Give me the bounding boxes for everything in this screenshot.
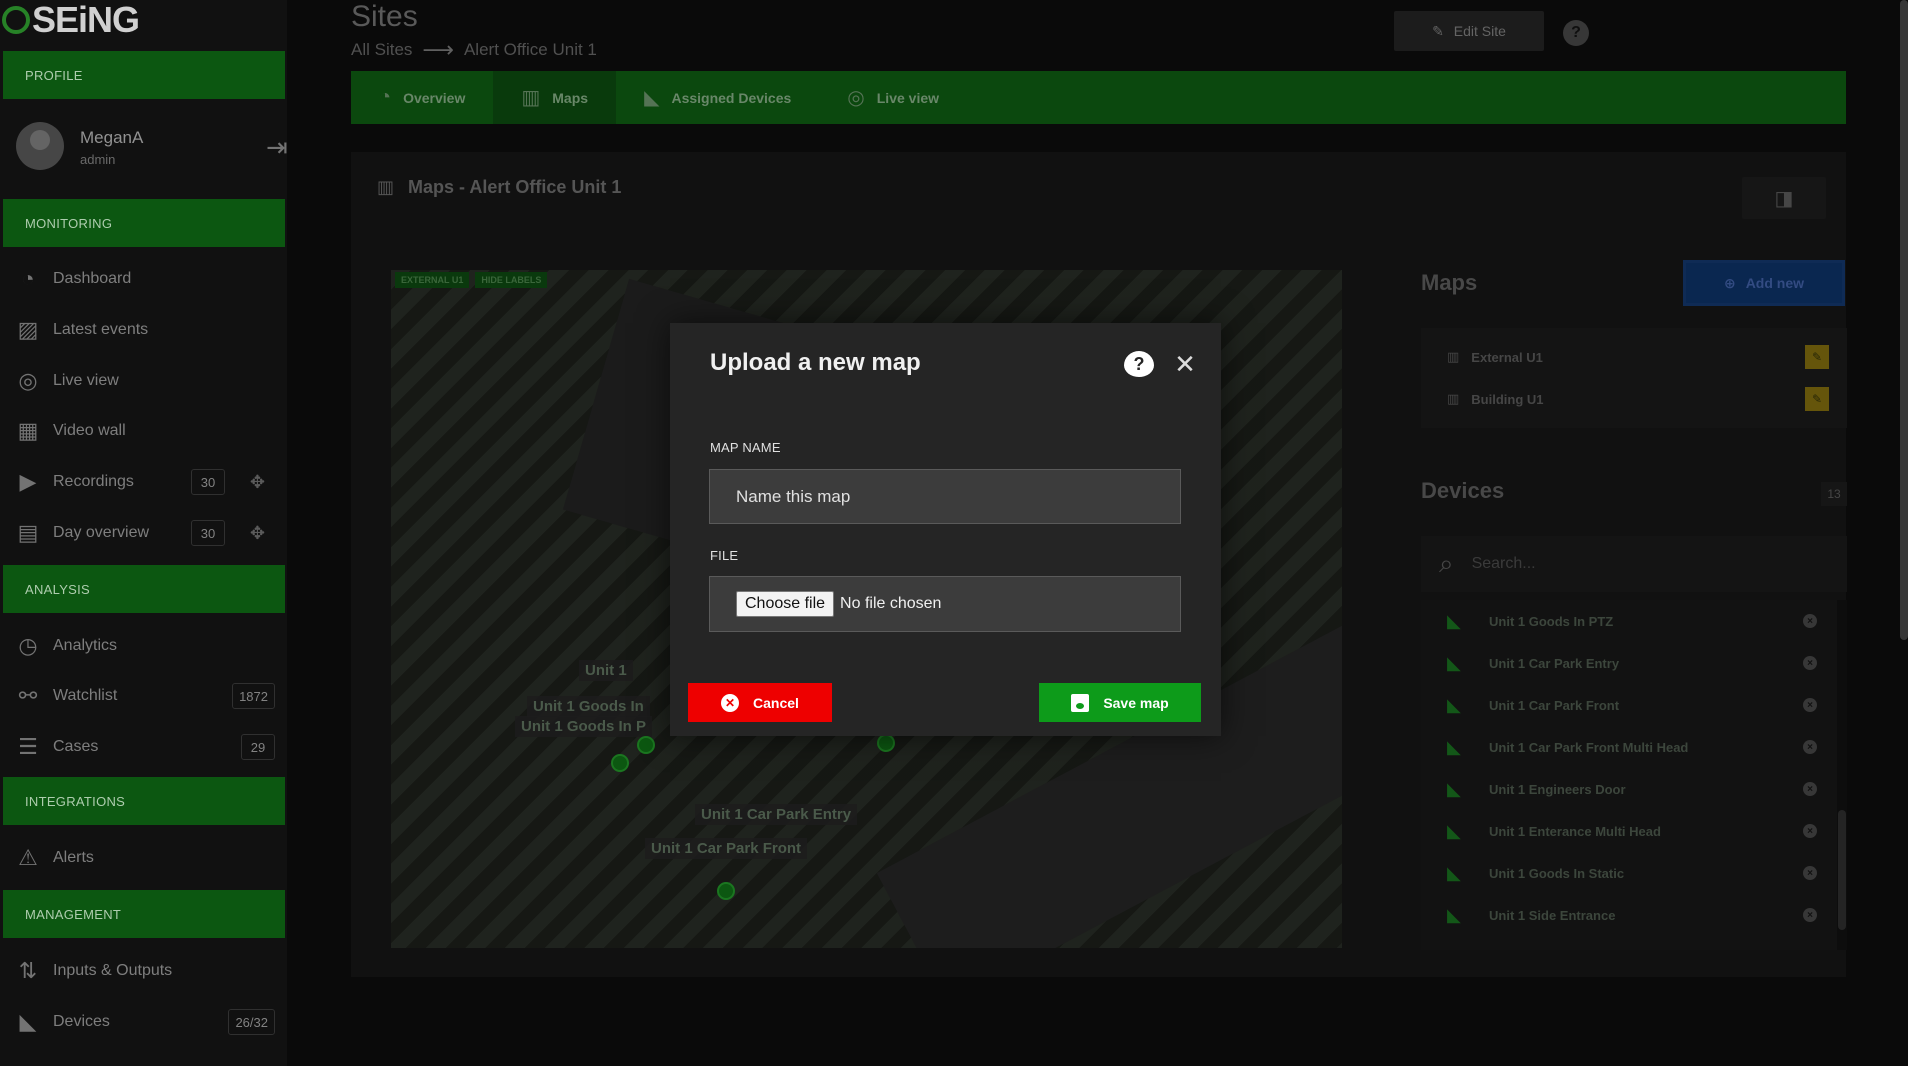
help-bubble-icon[interactable]: ? <box>1124 351 1154 377</box>
save-label: Save map <box>1103 694 1169 711</box>
save-map-button[interactable]: Save map <box>1039 683 1201 722</box>
close-icon[interactable]: ✕ <box>1172 349 1198 379</box>
cancel-circle-icon: ✕ <box>721 693 740 712</box>
cancel-label: Cancel <box>753 694 799 711</box>
save-icon <box>1071 693 1090 712</box>
modal-title: Upload a new map <box>710 349 921 376</box>
cancel-button[interactable]: ✕ Cancel <box>688 683 832 722</box>
file-input[interactable]: Choose file No file chosen <box>709 576 1181 632</box>
map-name-label: MAP NAME <box>710 440 781 455</box>
map-name-input[interactable] <box>709 469 1181 524</box>
choose-file-button[interactable]: Choose file <box>736 591 835 617</box>
upload-map-modal: Upload a new map ? ✕ MAP NAME FILE Choos… <box>670 323 1221 736</box>
file-label: FILE <box>710 548 739 563</box>
app: SEiNG PROFILE MeganA admin ⇥ MONITORING … <box>0 0 1908 1066</box>
file-status: No file chosen <box>840 595 942 612</box>
